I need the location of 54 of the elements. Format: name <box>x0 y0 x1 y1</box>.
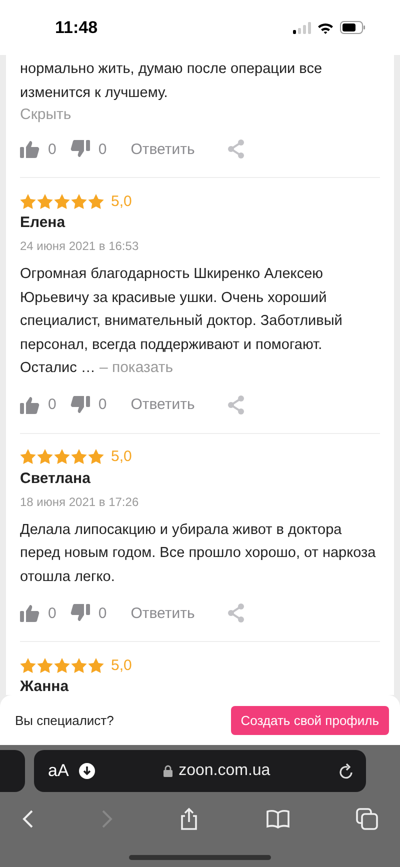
like-button[interactable]: 0 <box>20 604 56 622</box>
reply-button[interactable]: Ответить <box>120 140 195 158</box>
review-text: нормально жить, думаю после операции все изменится к лучшему. <box>20 60 324 102</box>
review-text: Огромная благодарность Шкиренко Алексею Юрьевичу за красивые ушки. Очень хороший специалист, внимательный доктор. Заботливый персонал, всегда поддерживают и помогают. Осталис … – показать <box>20 265 344 378</box>
reviewer-name: Светлана <box>20 470 92 486</box>
signal-icon <box>293 22 311 34</box>
battery-icon <box>340 21 366 34</box>
star-icon <box>88 449 104 464</box>
status-time: 11:48 <box>55 18 98 38</box>
reload-icon[interactable] <box>338 762 354 780</box>
download-icon[interactable] <box>78 763 95 779</box>
star-icon <box>20 449 36 464</box>
rating-value: 5,0 <box>111 656 132 674</box>
star-icon <box>54 449 70 464</box>
star-icon <box>37 658 53 672</box>
url-text: zoon.com.ua <box>178 762 270 780</box>
dislike-button[interactable]: 0 <box>70 604 107 622</box>
star-icon <box>54 194 70 208</box>
star-icon <box>54 658 70 672</box>
create-profile-button[interactable]: Создать свой профиль <box>230 706 389 734</box>
star-icon <box>88 658 104 672</box>
tabs-icon[interactable] <box>356 808 378 830</box>
dislike-button[interactable]: 0 <box>70 140 107 158</box>
lock-icon <box>162 765 173 777</box>
star-icon <box>71 194 87 208</box>
reviewer-name: Елена <box>20 214 66 231</box>
hide-link[interactable]: Скрыть <box>20 105 72 125</box>
star-icon <box>20 194 36 208</box>
share-icon[interactable] <box>179 807 199 831</box>
tab-preview[interactable] <box>0 750 25 792</box>
address-bar[interactable]: aA zoon.com.ua <box>34 750 366 792</box>
wifi-icon <box>317 22 334 34</box>
reply-button[interactable]: Ответить <box>120 396 195 413</box>
reviewer-name: Жанна <box>20 678 70 695</box>
star-icon <box>20 658 36 672</box>
show-more-link[interactable]: – показать <box>99 359 174 376</box>
star-icon <box>37 449 53 464</box>
review-date: 24 июня 2021 в 16:53 <box>20 239 140 253</box>
text-size-button[interactable]: aA <box>48 761 69 781</box>
star-icon <box>37 194 53 208</box>
star-icon <box>71 658 87 672</box>
back-icon[interactable] <box>22 809 34 829</box>
bookmarks-icon[interactable] <box>266 809 290 829</box>
rating-value: 5,0 <box>111 192 132 210</box>
star-icon <box>88 194 104 208</box>
dislike-button[interactable]: 0 <box>70 396 107 414</box>
like-button[interactable]: 0 <box>20 396 56 414</box>
reply-button[interactable]: Ответить <box>120 604 195 622</box>
star-icon <box>71 449 87 464</box>
review-date: 18 июня 2021 в 17:26 <box>20 494 140 508</box>
rating-value: 5,0 <box>111 448 132 465</box>
banner-question: Вы специалист? <box>15 712 114 728</box>
like-button[interactable]: 0 <box>20 140 56 158</box>
review-text: Делала липосакцию и убирала живот в доктора перед новым годом. Все прошло хорошо, от наркоза отошла легко. <box>20 520 377 586</box>
